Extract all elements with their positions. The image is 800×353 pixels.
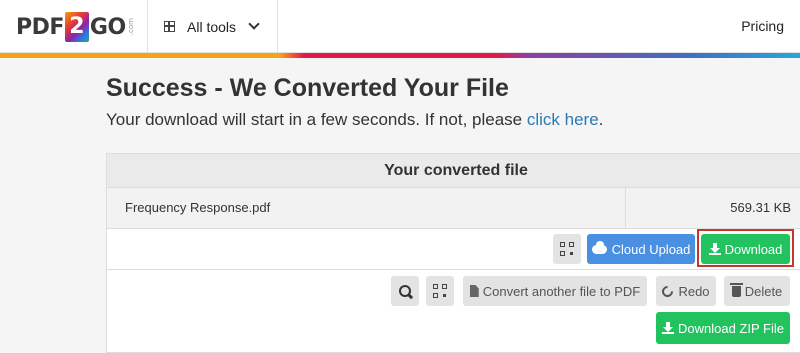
download-icon xyxy=(662,322,674,334)
convert-another-button[interactable]: Convert another file to PDF xyxy=(463,276,647,306)
subtitle-end: . xyxy=(598,110,604,129)
file-row: Frequency Response.pdf 569.31 KB xyxy=(107,188,800,229)
logo-text-com: .com xyxy=(126,18,135,36)
cloud-upload-button[interactable]: Cloud Upload xyxy=(587,234,695,264)
qr-code-button[interactable] xyxy=(553,234,581,264)
cloud-upload-label: Cloud Upload xyxy=(611,241,691,257)
trash-icon xyxy=(729,282,743,297)
download-label: Download xyxy=(724,241,783,257)
qr-code-all-button[interactable] xyxy=(426,276,454,306)
pdf2go-logo[interactable]: PDF 2 GO .com xyxy=(16,12,135,42)
logo-text-2: 2 xyxy=(64,12,89,42)
qr-code-icon xyxy=(560,242,574,256)
page-subtitle: Your download will start in a few second… xyxy=(106,110,603,130)
logo-text-go: GO xyxy=(89,14,126,40)
download-icon xyxy=(708,243,721,255)
download-zip-button[interactable]: Download ZIP File xyxy=(656,312,790,344)
brand-color-bar xyxy=(0,53,800,58)
cloud-upload-icon xyxy=(591,240,607,254)
convert-another-label: Convert another file to PDF xyxy=(482,283,641,299)
logo-text-pdf: PDF xyxy=(16,14,64,40)
search-icon xyxy=(398,284,412,298)
download-button[interactable]: Download xyxy=(701,234,790,264)
qr-code-icon xyxy=(433,284,447,298)
preview-button[interactable] xyxy=(391,276,419,306)
click-here-link[interactable]: click here xyxy=(527,110,599,129)
pricing-link[interactable]: Pricing xyxy=(741,18,784,34)
converted-file-panel: Your converted file Frequency Response.p… xyxy=(106,153,800,353)
delete-label: Delete xyxy=(744,283,783,299)
redo-button[interactable]: Redo xyxy=(656,276,716,306)
file-actions-row: Cloud Upload Download xyxy=(107,229,800,270)
grid-icon xyxy=(164,21,175,32)
column-divider xyxy=(625,188,626,228)
panel-heading: Your converted file xyxy=(107,154,800,188)
delete-button[interactable]: Delete xyxy=(724,276,790,306)
nav-divider xyxy=(277,0,278,53)
redo-label: Redo xyxy=(678,283,710,299)
redo-icon xyxy=(660,283,676,299)
all-tools-menu[interactable]: All tools xyxy=(148,0,276,53)
file-size: 569.31 KB xyxy=(730,200,791,215)
page-title: Success - We Converted Your File xyxy=(106,74,509,102)
subtitle-text: Your download will start in a few second… xyxy=(106,110,527,129)
file-name: Frequency Response.pdf xyxy=(125,200,271,215)
all-tools-label: All tools xyxy=(187,18,237,35)
file-icon xyxy=(469,285,479,297)
chevron-down-icon xyxy=(248,18,260,30)
download-zip-label: Download ZIP File xyxy=(678,320,784,336)
top-navigation-bar: PDF 2 GO .com All tools Pricing xyxy=(0,0,800,53)
